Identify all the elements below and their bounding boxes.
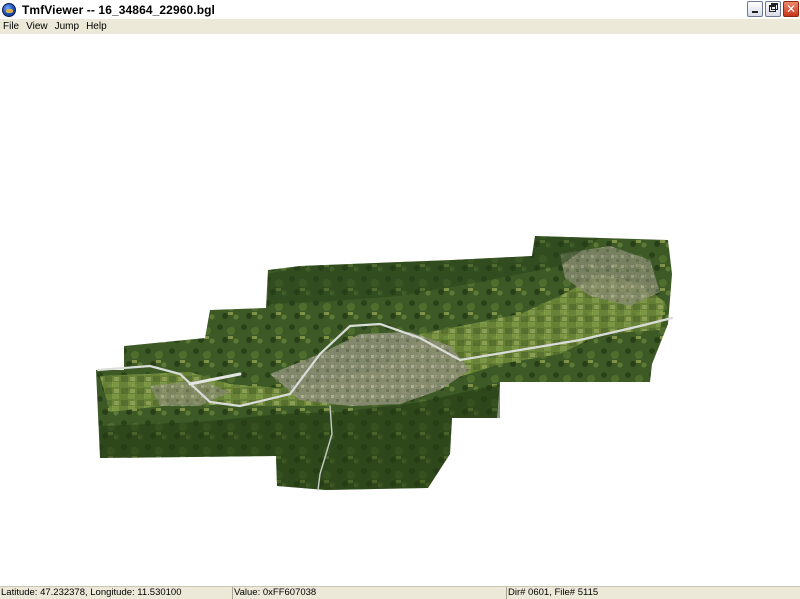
globe-icon[interactable] [2,2,16,17]
menu-help[interactable]: Help [83,21,111,32]
minimize-icon [752,11,758,13]
status-coordinates: Latitude: 47.232378, Longitude: 11.53010… [0,587,233,599]
menu-jump[interactable]: Jump [52,21,83,32]
status-value: Value: 0xFF607038 [233,587,507,599]
menu-bar: File View Jump Help [0,19,800,34]
imagery-tiles [96,236,672,490]
title-bar[interactable]: TmfViewer -- 16_34864_22960.bgl ✕ [0,0,800,19]
menu-view[interactable]: View [23,21,52,32]
minimize-button[interactable] [747,1,763,17]
window-title: TmfViewer -- 16_34864_22960.bgl [22,2,215,17]
status-dir-file: Dir# 0601, File# 5115 [508,587,599,598]
close-icon: ✕ [785,2,797,16]
restore-icon-front [769,5,776,12]
close-button[interactable]: ✕ [783,1,799,17]
restore-button[interactable] [765,1,781,17]
status-bar: Latitude: 47.232378, Longitude: 11.53010… [0,586,800,599]
menu-file[interactable]: File [0,21,23,32]
window-controls: ✕ [747,1,799,17]
map-canvas[interactable] [0,34,800,586]
aerial-imagery [96,236,674,491]
